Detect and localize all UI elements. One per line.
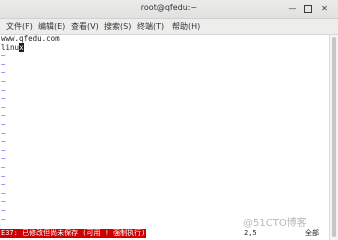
close-icon[interactable]: ✕ xyxy=(319,3,330,14)
text-cursor: x xyxy=(19,42,24,52)
tilde-marker: ~ xyxy=(1,214,6,224)
watermark: @51CTO博客 xyxy=(243,218,307,229)
menu-terminal[interactable]: 终端(T) xyxy=(137,21,164,32)
scroll-scope: 全部 xyxy=(305,229,319,237)
maximize-icon[interactable] xyxy=(302,3,313,14)
menu-help[interactable]: 帮助(H) xyxy=(172,21,200,32)
title-bar[interactable]: root@qfedu:~ — ✕ xyxy=(0,0,338,19)
menu-bar: 文件(F) 编辑(E) 查看(V) 搜索(S) 终端(T) 帮助(H) xyxy=(0,19,338,35)
menu-file[interactable]: 文件(F) xyxy=(6,21,33,32)
vertical-scrollbar[interactable] xyxy=(329,35,338,240)
scrollbar-thumb[interactable] xyxy=(332,37,336,237)
vim-status-line: E37: 已修改但尚未保存 (可用 ! 强制执行) 2,5 全部 xyxy=(0,229,329,238)
error-message: E37: 已修改但尚未保存 (可用 ! 强制执行) xyxy=(0,229,147,238)
menu-edit[interactable]: 编辑(E) xyxy=(38,21,65,32)
menu-search[interactable]: 搜索(S) xyxy=(104,21,131,32)
terminal-window: root@qfedu:~ — ✕ 文件(F) 编辑(E) 查看(V) 搜索(S)… xyxy=(0,0,338,240)
terminal-text-area[interactable]: www.qfedu.com linux ~ ~ ~ ~ ~ ~ ~ ~ ~ ~ ~ ~ ~ ~ ~ ~ ~ ~ ~ ~ xyxy=(0,34,329,230)
menu-view[interactable]: 查看(V) xyxy=(71,21,99,32)
cursor-position: 2,5 xyxy=(244,229,257,237)
minimize-icon[interactable]: — xyxy=(287,3,298,14)
